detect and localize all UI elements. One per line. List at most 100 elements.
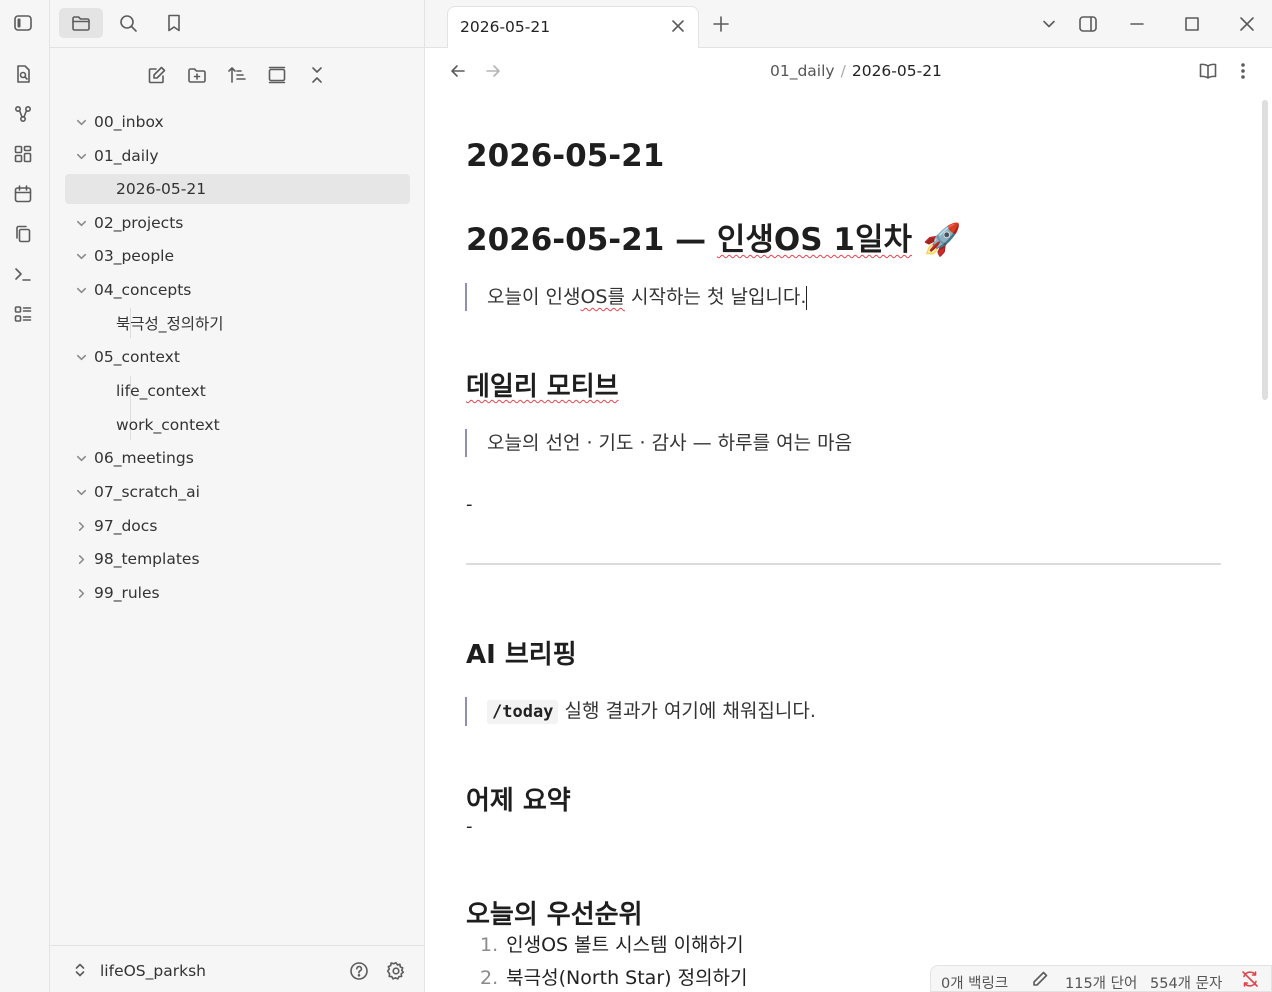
tree-folder-item[interactable]: 05_context (65, 342, 410, 372)
vault-switch-icon[interactable] (72, 962, 88, 978)
chevron-down-icon[interactable] (74, 451, 88, 465)
vault-name[interactable]: lifeOS_parksh (100, 962, 206, 980)
tree-file-item[interactable]: 2026-05-21 (65, 174, 410, 204)
word-count: 115개 단어 (1065, 976, 1138, 992)
settings-gear-icon[interactable] (385, 960, 407, 982)
search-icon[interactable] (106, 8, 150, 38)
heading-ai-briefing[interactable]: AI 브리핑 (466, 634, 577, 671)
new-tab-plus-icon[interactable] (709, 12, 733, 36)
window-close-icon[interactable] (1235, 12, 1259, 36)
tree-folder-item[interactable]: 04_concepts (65, 275, 410, 305)
heading-1[interactable]: 2026-05-21 — 인생OS 1일차 🚀 (466, 214, 961, 259)
tree-item-label: 북극성_정의하기 (116, 315, 224, 333)
new-note-icon[interactable] (144, 62, 170, 88)
chevron-down-icon[interactable] (74, 249, 88, 263)
breadcrumb-separator: / (840, 62, 846, 80)
editor-scrollbar[interactable] (1262, 100, 1268, 400)
edit-pencil-icon[interactable] (1031, 970, 1049, 988)
chevron-down-icon[interactable] (74, 149, 88, 163)
empty-list-dash[interactable]: - (466, 816, 473, 837)
ai-briefing-text: 실행 결과가 여기에 채워집니다. (558, 700, 816, 722)
inline-title[interactable]: 2026-05-21 (466, 138, 664, 174)
maximize-icon[interactable] (1180, 12, 1204, 36)
tree-item-label: work_context (116, 416, 220, 434)
motive-blockquote[interactable]: 오늘의 선언 · 기도 · 감사 — 하루를 여는 마음 (465, 429, 852, 457)
tree-item-label: 00_inbox (94, 113, 164, 131)
chevron-down-icon[interactable] (74, 350, 88, 364)
sidebar-toggle-icon[interactable] (10, 10, 36, 36)
priority-item[interactable]: 2. 북극성(North Star) 정의하기 (480, 963, 748, 990)
horizontal-rule (466, 563, 1221, 565)
tree-file-item[interactable]: life_context (65, 376, 410, 406)
tree-folder-item[interactable]: 98_templates (65, 544, 410, 574)
sort-icon[interactable] (224, 62, 250, 88)
tree-item-label: 07_scratch_ai (94, 483, 200, 501)
chevron-down-icon[interactable] (74, 216, 88, 230)
more-options-icon[interactable] (1231, 59, 1255, 83)
sync-error-icon[interactable] (1241, 970, 1259, 988)
view-header: 01_daily / 2026-05-21 (425, 48, 1272, 96)
minimize-icon[interactable] (1125, 12, 1149, 36)
tree-folder-item[interactable]: 01_daily (65, 141, 410, 171)
chevron-right-icon[interactable] (74, 519, 88, 533)
canvas-icon[interactable] (10, 141, 36, 167)
tree-folder-item[interactable]: 97_docs (65, 511, 410, 541)
breadcrumb-current[interactable]: 2026-05-21 (852, 62, 942, 80)
close-icon[interactable] (670, 18, 688, 36)
empty-list-dash[interactable]: - (466, 494, 473, 515)
priority-item[interactable]: 1. 인생OS 볼트 시스템 이해하기 (480, 930, 744, 957)
priority-text: 북극성(North Star) 정의하기 (506, 967, 748, 989)
tab-label: 2026-05-21 (460, 18, 551, 36)
tree-folder-item[interactable]: 00_inbox (65, 107, 410, 137)
tree-file-item[interactable]: 북극성_정의하기 (65, 308, 410, 338)
tree-item-label: 03_people (94, 247, 175, 265)
chevron-right-icon[interactable] (74, 552, 88, 566)
folder-icon[interactable] (59, 8, 103, 38)
chevron-right-icon[interactable] (74, 586, 88, 600)
tree-folder-item[interactable]: 02_projects (65, 208, 410, 238)
file-explorer-actions (50, 60, 425, 88)
breadcrumb-parent[interactable]: 01_daily (770, 62, 835, 80)
chevron-down-icon[interactable] (74, 485, 88, 499)
tab-2026-05-21[interactable]: 2026-05-21 (447, 6, 699, 49)
help-icon[interactable] (348, 960, 370, 982)
reading-view-book-icon[interactable] (1196, 59, 1220, 83)
chevron-down-icon[interactable] (1037, 12, 1061, 36)
list-number: 1. (480, 934, 499, 956)
tree-folder-item[interactable]: 07_scratch_ai (65, 477, 410, 507)
copy-files-icon[interactable] (10, 221, 36, 247)
heading-yesterday-summary[interactable]: 어제 요약 (466, 780, 571, 817)
calendar-icon[interactable] (10, 181, 36, 207)
back-arrow-icon[interactable] (446, 59, 470, 83)
new-folder-icon[interactable] (184, 62, 210, 88)
chevron-down-icon[interactable] (74, 115, 88, 129)
layout-icon[interactable] (264, 62, 290, 88)
right-sidebar-toggle-icon[interactable] (1076, 12, 1100, 36)
tree-file-item[interactable]: work_context (65, 410, 410, 440)
character-count: 554개 문자 (1150, 976, 1223, 992)
bookmark-icon[interactable] (152, 8, 196, 38)
tab-bar: 2026-05-21 (425, 0, 1272, 49)
tree-folder-item[interactable]: 99_rules (65, 578, 410, 608)
heading-daily-motive[interactable]: 데일리 모티브 (466, 366, 619, 403)
ribbon (0, 0, 50, 992)
heading-today-priorities[interactable]: 오늘의 우선순위 (466, 894, 643, 931)
vault-switcher-bar: lifeOS_parksh (50, 945, 425, 992)
forward-arrow-icon[interactable] (481, 59, 505, 83)
list-layout-icon[interactable] (10, 301, 36, 327)
tree-item-label: 06_meetings (94, 449, 194, 467)
backlink-count[interactable]: 0개 백링크 (941, 972, 1008, 992)
note-editor[interactable]: 2026-05-21 2026-05-21 — 인생OS 1일차 🚀 오늘이 인… (425, 96, 1272, 992)
intro-blockquote[interactable]: 오늘이 인생OS를 시작하는 첫 날입니다. (465, 283, 808, 311)
tree-folder-item[interactable]: 06_meetings (65, 443, 410, 473)
terminal-icon[interactable] (10, 261, 36, 287)
file-search-icon[interactable] (10, 61, 36, 87)
collapse-all-icon[interactable] (304, 62, 330, 88)
ai-briefing-blockquote[interactable]: /today 실행 결과가 여기에 채워집니다. (465, 697, 816, 726)
chevron-down-icon[interactable] (74, 283, 88, 297)
status-bar: 0개 백링크 115개 단어 554개 문자 (930, 965, 1272, 992)
graph-icon[interactable] (10, 101, 36, 127)
rocket-emoji: 🚀 (922, 222, 962, 258)
tree-item-label: 2026-05-21 (116, 180, 207, 198)
tree-folder-item[interactable]: 03_people (65, 241, 410, 271)
